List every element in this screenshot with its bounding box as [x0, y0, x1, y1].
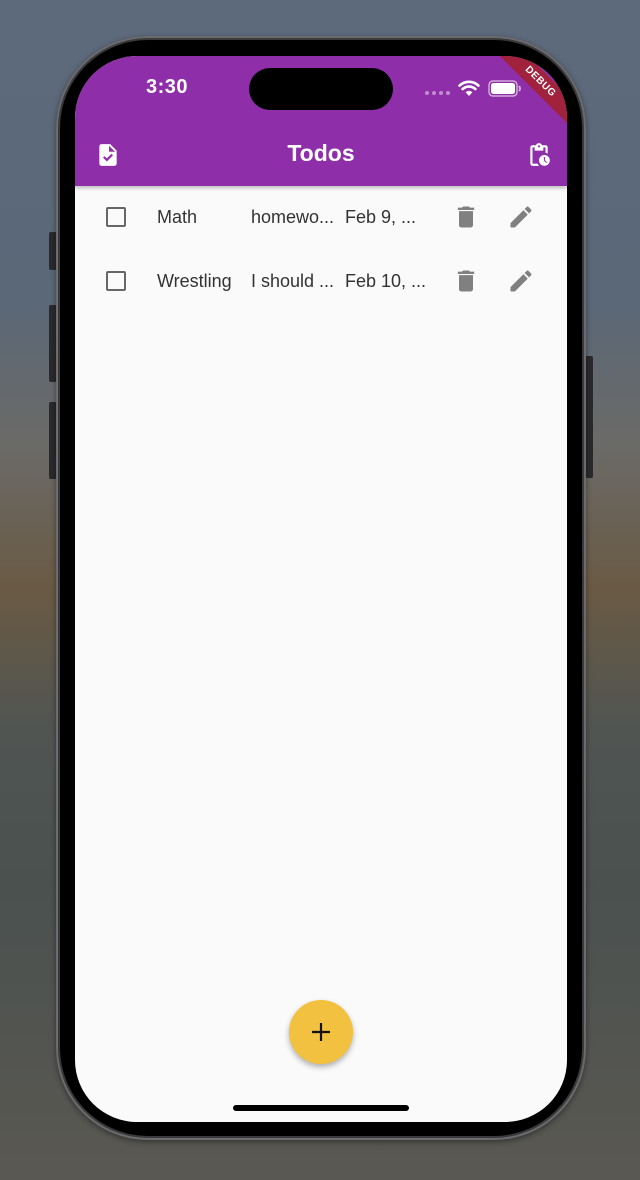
page-title: Todos	[287, 140, 355, 166]
add-todo-button[interactable]	[289, 1000, 353, 1064]
edit-icon[interactable]	[507, 267, 535, 295]
cellular-signal-icon	[425, 91, 450, 95]
todo-title: Math	[157, 207, 198, 227]
power-button	[585, 356, 593, 478]
status-time: 3:30	[145, 76, 189, 98]
todo-date: Feb 9, ...	[345, 207, 417, 227]
todo-title: Wrestling	[157, 271, 232, 291]
home-indicator[interactable]	[233, 1105, 409, 1111]
todo-description: homewo...	[251, 207, 335, 227]
todo-description: I should ...	[251, 271, 335, 291]
clipboard-clock-icon[interactable]	[526, 142, 552, 168]
edit-icon[interactable]	[507, 203, 535, 231]
todo-checkbox[interactable]	[106, 207, 126, 227]
trash-icon[interactable]	[452, 203, 480, 231]
dynamic-island	[249, 68, 393, 110]
todo-row: Wrestling I should ... Feb 10, ...	[75, 250, 567, 314]
todo-date: Feb 10, ...	[345, 271, 427, 291]
plus-icon	[312, 1023, 330, 1041]
battery-icon	[488, 80, 521, 97]
trash-icon[interactable]	[452, 267, 480, 295]
todo-checkbox[interactable]	[106, 271, 126, 291]
wifi-icon	[458, 80, 480, 96]
todo-row: Math homewo... Feb 9, ...	[75, 186, 567, 250]
app-screen: 3:30 Todos DEBUG Math homewo... Feb 9, .…	[75, 56, 567, 1122]
app-bar: 3:30 Todos DEBUG	[75, 56, 567, 186]
